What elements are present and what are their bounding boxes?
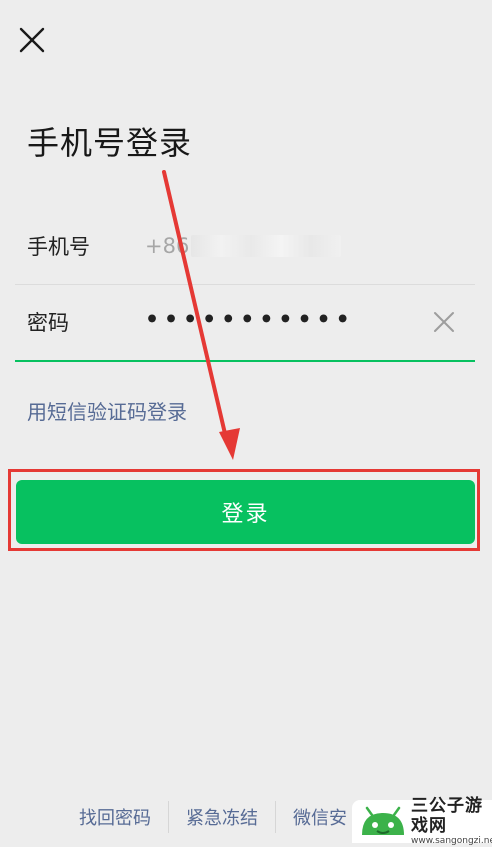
site-watermark: 三公子游戏网 www.sangongzi.net	[352, 796, 492, 846]
sms-login-link[interactable]: 用短信验证码登录	[27, 396, 187, 425]
clear-password-button[interactable]	[431, 309, 457, 335]
clear-input-icon	[434, 312, 454, 332]
close-icon	[19, 27, 45, 53]
footer-links: 找回密码 紧急冻结 微信安	[62, 800, 364, 834]
login-button[interactable]: 登录	[16, 480, 475, 544]
phone-country-code: +86	[145, 234, 190, 258]
footer-link-recover-password[interactable]: 找回密码	[62, 804, 168, 830]
phone-field-row[interactable]: 手机号 +86	[15, 208, 475, 285]
page-title: 手机号登录	[27, 124, 193, 162]
password-input[interactable]: •••••••••••	[145, 308, 355, 333]
password-label: 密码	[27, 311, 69, 335]
watermark-name: 三公子游戏网	[411, 796, 483, 836]
phone-number-redacted	[191, 235, 342, 257]
phone-input[interactable]: +86	[145, 234, 342, 258]
footer-link-wechat-security[interactable]: 微信安	[276, 804, 364, 830]
close-button[interactable]	[14, 22, 50, 58]
android-logo-icon	[362, 806, 404, 835]
password-field-row[interactable]: 密码 •••••••••••	[15, 284, 475, 362]
phone-label: 手机号	[27, 235, 90, 259]
watermark-url: www.sangongzi.net	[411, 836, 492, 846]
footer-link-emergency-freeze[interactable]: 紧急冻结	[169, 804, 275, 830]
